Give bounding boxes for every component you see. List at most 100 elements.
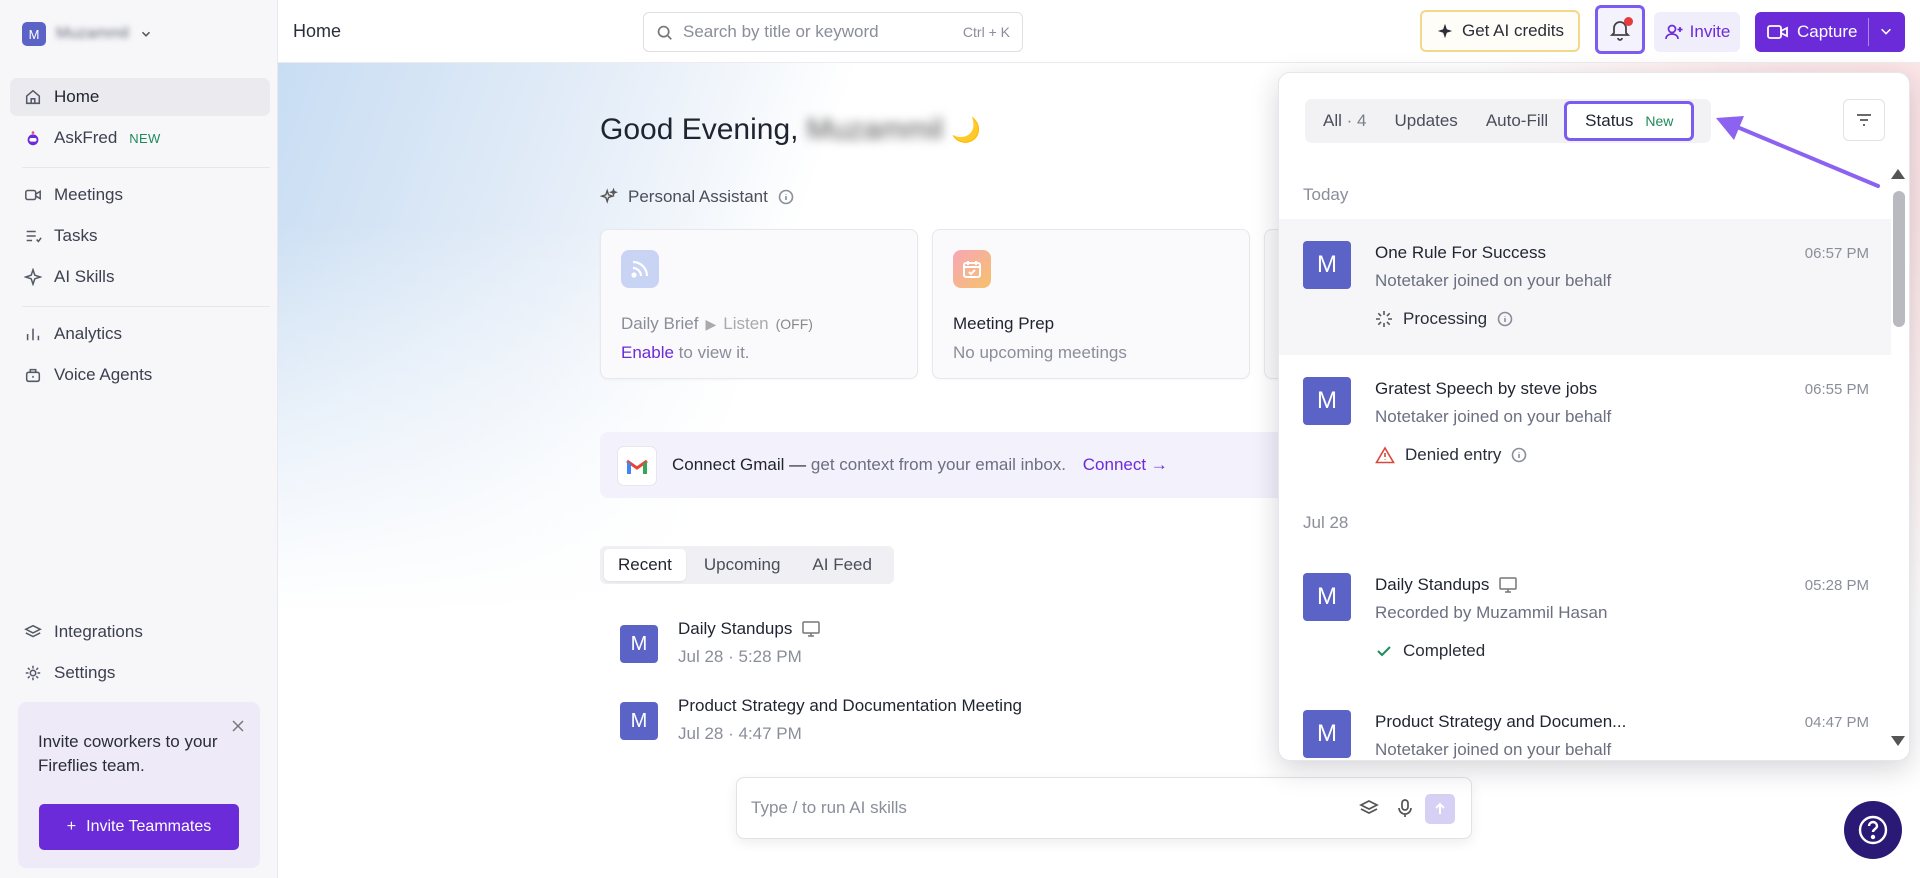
sidebar: M Muzammil Home AskFred NEW Meetings Tas… <box>0 0 278 878</box>
tab-all[interactable]: All · 4 <box>1311 102 1378 140</box>
moon-icon: 🌙 <box>951 116 982 144</box>
capture-button[interactable]: Capture <box>1755 12 1905 52</box>
notification-time: 04:47 PM <box>1804 714 1869 731</box>
tab-auto-fill[interactable]: Auto-Fill <box>1474 102 1560 140</box>
divider <box>22 167 270 168</box>
monitor-icon <box>802 621 821 637</box>
enable-link[interactable]: Enable <box>621 343 674 362</box>
tab-status[interactable]: Status New <box>1564 101 1695 141</box>
connect-gmail-link[interactable]: Connect → <box>1083 455 1168 474</box>
get-ai-credits-button[interactable]: Get AI credits <box>1420 10 1580 52</box>
arrow-up-icon <box>1435 802 1445 814</box>
notification-dot <box>1624 17 1633 26</box>
robot-icon <box>27 131 39 146</box>
meeting-title: Daily Standups <box>678 619 821 639</box>
send-button[interactable] <box>1425 794 1455 824</box>
listen-label[interactable]: Listen <box>723 314 768 334</box>
scrollbar-thumb[interactable] <box>1893 191 1905 327</box>
sidebar-item-askfred[interactable]: AskFred NEW <box>10 119 270 157</box>
notifications-button[interactable] <box>1595 5 1645 54</box>
search-icon <box>657 25 672 40</box>
sidebar-item-label: Settings <box>54 663 116 682</box>
scroll-up-arrow[interactable] <box>1891 169 1905 179</box>
sidebar-item-integrations[interactable]: Integrations <box>10 613 270 651</box>
credits-label: Get AI credits <box>1461 21 1565 40</box>
meeting-title: Product Strategy and Documentation Meeti… <box>678 696 1022 716</box>
tab-recent[interactable]: Recent <box>604 549 686 581</box>
tab-upcoming[interactable]: Upcoming <box>690 549 795 581</box>
gmail-text: Connect Gmail — get context from your em… <box>672 455 1168 475</box>
status-text: Processing <box>1403 309 1488 328</box>
workspace-switcher[interactable]: M Muzammil <box>22 22 153 46</box>
sidebar-item-tasks[interactable]: Tasks <box>10 217 270 255</box>
card-title: Daily Brief <box>621 314 699 333</box>
notification-time: 06:55 PM <box>1804 381 1869 398</box>
section-label: Jul 28 <box>1303 513 1349 532</box>
daily-brief-card[interactable]: Daily Brief ▶ Listen (OFF) Enable to vie… <box>600 229 918 379</box>
tab-label: All <box>1323 111 1342 130</box>
listen-state: (OFF) <box>775 316 813 332</box>
notification-time: 05:28 PM <box>1804 577 1869 594</box>
greeting: Good Evening, Muzammil 🌙 <box>600 113 981 147</box>
meeting-date: Jul 28 <box>678 724 724 743</box>
gear-icon <box>25 665 41 681</box>
meeting-title-text: Product Strategy and Documentation Meeti… <box>678 696 1022 715</box>
sidebar-item-ai-skills[interactable]: AI Skills <box>10 258 270 296</box>
info-icon[interactable] <box>778 189 794 205</box>
rss-icon <box>621 250 659 288</box>
avatar: M <box>1303 241 1351 289</box>
sidebar-item-settings[interactable]: Settings <box>10 654 270 692</box>
sidebar-item-meetings[interactable]: Meetings <box>10 176 270 214</box>
search-input[interactable] <box>683 22 953 42</box>
workspace-name: Muzammil <box>56 25 129 42</box>
tasks-icon <box>26 230 42 243</box>
meeting-time: 5:28 PM <box>738 647 802 666</box>
sidebar-item-label: AI Skills <box>54 267 115 286</box>
notification-item[interactable]: M Gratest Speech by steve jobs 06:55 PM … <box>1279 355 1891 491</box>
invite-teammates-button[interactable]: + Invite Teammates <box>39 804 239 850</box>
sidebar-item-voice-agents[interactable]: Voice Agents <box>10 356 270 394</box>
play-icon[interactable]: ▶ <box>705 316 716 333</box>
filter-icon <box>1857 114 1871 126</box>
check-icon <box>1377 646 1391 657</box>
notification-item[interactable]: M Product Strategy and Documen... 04:47 … <box>1279 688 1891 760</box>
tab-updates[interactable]: Updates <box>1382 102 1469 140</box>
calendar-icon <box>953 250 991 288</box>
section-label: Today <box>1303 185 1349 204</box>
notification-title-text: Daily Standups <box>1375 575 1490 594</box>
sidebar-item-label: Meetings <box>54 185 123 204</box>
tab-count: · 4 <box>1346 111 1367 130</box>
sparkle-icon <box>1437 23 1453 39</box>
filter-button[interactable] <box>1843 99 1885 141</box>
notification-title: One Rule For Success <box>1375 243 1547 262</box>
search-box[interactable]: Ctrl + K <box>643 12 1023 52</box>
meeting-row[interactable]: M Product Strategy and Documentation Mee… <box>620 696 1120 756</box>
composer-input[interactable] <box>751 798 1311 818</box>
scroll-down-arrow[interactable] <box>1891 736 1905 746</box>
chevron-down-icon[interactable] <box>1879 24 1893 38</box>
meeting-row[interactable]: M Daily Standups Jul 28 · 5:28 PM <box>620 619 1120 679</box>
sidebar-item-label: Home <box>54 87 100 106</box>
sidebar-item-analytics[interactable]: Analytics <box>10 315 270 353</box>
personal-assistant-label: Personal Assistant <box>628 187 768 206</box>
avatar: M <box>620 702 658 740</box>
tab-ai-feed[interactable]: AI Feed <box>798 549 886 581</box>
meeting-prep-card[interactable]: Meeting Prep No upcoming meetings <box>932 229 1250 379</box>
status-text: Denied entry <box>1405 445 1502 464</box>
video-camera-icon <box>1767 25 1788 39</box>
info-icon[interactable] <box>1497 311 1513 327</box>
help-button[interactable] <box>1844 801 1902 859</box>
invite-button[interactable]: Invite <box>1654 12 1740 52</box>
meetings-tabs: Recent Upcoming AI Feed <box>600 546 894 584</box>
divider <box>22 306 270 307</box>
daily-brief-title: Daily Brief ▶ Listen (OFF) <box>621 314 813 334</box>
notification-item[interactable]: M One Rule For Success 06:57 PM Notetake… <box>1279 219 1891 355</box>
sidebar-item-home[interactable]: Home <box>10 78 270 116</box>
microphone-icon[interactable] <box>1395 798 1415 818</box>
notification-item[interactable]: M Daily Standups 05:28 PM Recorded by Mu… <box>1279 551 1891 687</box>
card-subtitle: No upcoming meetings <box>953 343 1127 362</box>
divider <box>1868 18 1869 46</box>
info-icon[interactable] <box>1511 447 1527 463</box>
personal-assistant-header: Personal Assistant <box>600 187 794 207</box>
layers-icon[interactable] <box>1359 798 1379 818</box>
